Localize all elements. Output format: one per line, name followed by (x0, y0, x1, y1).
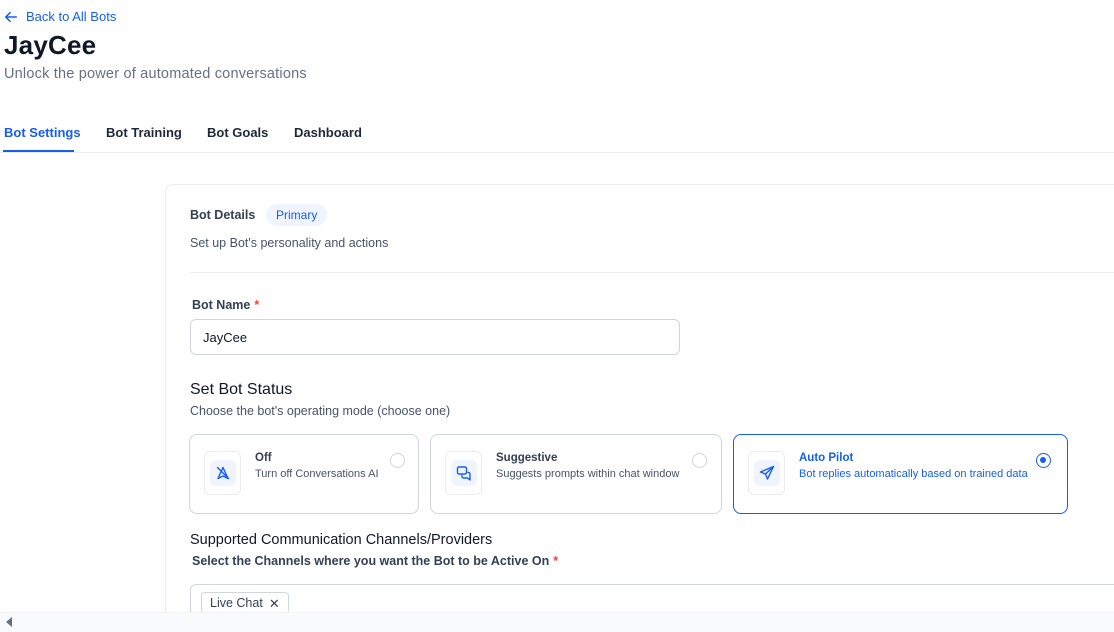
off-icon-box (204, 451, 241, 495)
status-option-name: Off (255, 452, 272, 464)
remove-chip-icon[interactable]: ✕ (269, 597, 280, 610)
channels-label-text: Select the Channels where you want the B… (192, 554, 550, 568)
bot-details-title: Bot Details (190, 208, 256, 222)
active-tab-indicator (3, 150, 74, 152)
arrow-left-icon (4, 11, 18, 22)
required-mark: * (254, 298, 260, 312)
channels-title: Supported Communication Channels/Provide… (190, 532, 493, 548)
status-option-suggestive[interactable]: Suggestive Suggests prompts within chat … (430, 434, 722, 514)
back-link-label: Back to All Bots (26, 9, 117, 24)
tab-bot-goals[interactable]: Bot Goals (207, 125, 268, 140)
bot-name-input[interactable] (190, 319, 680, 355)
divider (190, 272, 1114, 273)
bot-details-card: Bot Details Primary Set up Bot's persona… (165, 184, 1114, 624)
bot-name-label: Bot Name * (192, 298, 259, 312)
scroll-left-icon[interactable] (6, 617, 12, 627)
channel-chip-live-chat: Live Chat ✕ (201, 592, 289, 614)
status-option-off[interactable]: Off Turn off Conversations AI (189, 434, 419, 514)
status-radio-suggestive[interactable] (692, 453, 707, 468)
tab-dashboard[interactable]: Dashboard (294, 125, 362, 140)
status-option-auto-pilot[interactable]: Auto Pilot Bot replies automatically bas… (733, 434, 1068, 514)
primary-badge: Primary (266, 204, 328, 226)
back-to-all-bots-link[interactable]: Back to All Bots (4, 9, 116, 24)
status-radio-off[interactable] (390, 453, 405, 468)
status-option-description: Bot replies automatically based on train… (799, 468, 1028, 480)
status-option-description: Turn off Conversations AI (255, 468, 379, 480)
status-option-description: Suggests prompts within chat window (496, 468, 680, 480)
chat-bubbles-icon (456, 466, 471, 481)
suggestive-icon-box (445, 451, 482, 495)
channels-label: Select the Channels where you want the B… (192, 554, 558, 568)
tab-bot-settings[interactable]: Bot Settings (4, 125, 81, 140)
bot-name-label-text: Bot Name (192, 298, 251, 312)
status-option-name: Suggestive (496, 452, 558, 464)
chip-label: Live Chat (210, 596, 263, 610)
page-title: JayCee (4, 30, 97, 60)
ai-off-icon (216, 466, 229, 480)
bot-details-description: Set up Bot's personality and actions (190, 236, 389, 250)
bot-status-title: Set Bot Status (190, 381, 293, 398)
tab-bar: Bot Settings Bot Training Bot Goals Dash… (0, 116, 1114, 153)
tab-bot-training[interactable]: Bot Training (106, 125, 182, 140)
status-radio-auto-pilot[interactable] (1036, 453, 1051, 468)
page-subtitle: Unlock the power of automated conversati… (4, 66, 307, 82)
auto-pilot-icon-box (748, 451, 785, 495)
send-icon (759, 465, 774, 480)
required-mark: * (553, 554, 559, 568)
horizontal-scrollbar[interactable] (0, 612, 1114, 632)
bot-status-description: Choose the bot's operating mode (choose … (190, 404, 451, 418)
status-option-name: Auto Pilot (799, 452, 854, 464)
